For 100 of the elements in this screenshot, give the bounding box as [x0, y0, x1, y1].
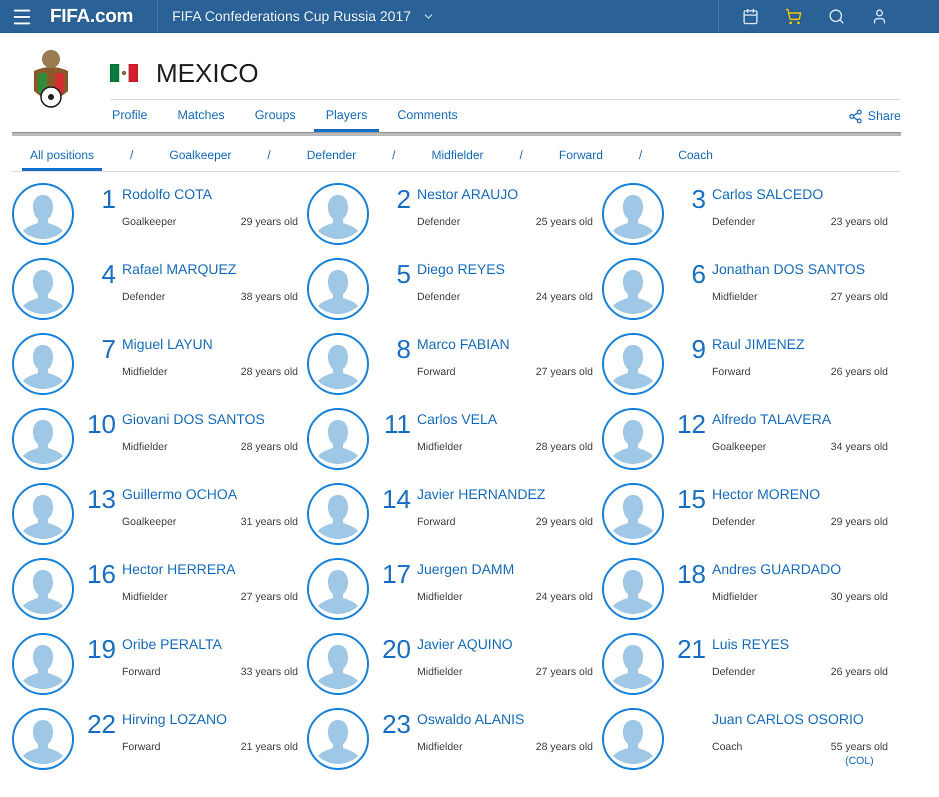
avatar-icon: [602, 333, 664, 395]
position-filter[interactable]: Forward: [550, 142, 611, 171]
avatar-icon: [307, 708, 369, 770]
separator: /: [266, 147, 272, 164]
separator: /: [129, 147, 134, 164]
player-age: 26 years old: [830, 366, 888, 378]
player-name[interactable]: Jonathan DOS SANTOS: [712, 261, 888, 277]
player-name[interactable]: Marco FABIAN: [417, 336, 593, 352]
player-name[interactable]: Miguel LAYUN: [122, 336, 298, 352]
player-position: Coach: [712, 741, 742, 755]
share-icon: [848, 108, 863, 124]
player-name[interactable]: Juergen DAMM: [417, 561, 593, 577]
shirt-number: 9: [690, 333, 706, 366]
shirt-number: 13: [86, 483, 116, 516]
player-age: 21 years old: [240, 741, 298, 753]
shirt-number: 18: [676, 558, 706, 591]
avatar-icon: [602, 183, 664, 245]
avatar-icon: [602, 633, 664, 695]
player-name[interactable]: Alfredo TALAVERA: [712, 411, 888, 427]
nav-tab[interactable]: Matches: [165, 100, 237, 132]
shirt-number: 21: [676, 633, 706, 666]
player-position: Goalkeeper: [122, 216, 176, 228]
avatar-icon: [307, 558, 369, 620]
player-name[interactable]: Giovani DOS SANTOS: [122, 411, 298, 427]
avatar-icon: [12, 258, 74, 320]
player-age: 27 years old: [536, 366, 593, 378]
nav-tab[interactable]: Groups: [242, 100, 308, 132]
avatar-icon: [307, 408, 369, 470]
shirt-number: 7: [100, 333, 116, 366]
shirt-number: 2: [396, 183, 411, 216]
shirt-number: 6: [690, 258, 706, 291]
avatar-icon: [12, 183, 74, 245]
player-position: Midfielder: [122, 366, 168, 378]
shirt-number: 22: [86, 708, 116, 741]
player-position: Midfielder: [122, 591, 168, 603]
player-age: 23 years old: [830, 216, 888, 228]
shirt-number: 23: [381, 708, 411, 741]
nav-tab[interactable]: Comments: [385, 100, 470, 132]
event-selector[interactable]: FIFA Confederations Cup Russia 2017: [157, 0, 412, 33]
shirt-number: 15: [676, 483, 706, 516]
player-name[interactable]: Andres GUARDADO: [712, 561, 888, 577]
player-position: Forward: [417, 366, 456, 378]
player-name[interactable]: Javier HERNANDEZ: [417, 486, 593, 502]
separator: /: [518, 147, 524, 164]
avatar-icon: [602, 483, 664, 545]
avatar-icon: [12, 333, 74, 395]
shirt-number: 12: [676, 408, 706, 441]
position-filter[interactable]: Defender: [298, 142, 364, 171]
player-name[interactable]: Carlos VELA: [417, 411, 593, 427]
player-position: Defender: [712, 516, 756, 528]
player-age: 31 years old: [240, 516, 298, 528]
player-name[interactable]: Oswaldo ALANIS: [417, 711, 593, 727]
player-age: 27 years old: [536, 666, 593, 678]
player-name[interactable]: Luis REYES: [712, 636, 888, 652]
player-name[interactable]: Javier AQUINO: [417, 636, 593, 652]
avatar-icon: [12, 708, 74, 770]
shirt-number: 11: [383, 408, 411, 441]
position-filter[interactable]: Coach: [670, 142, 721, 171]
brand-logo[interactable]: FIFA.com: [50, 6, 134, 28]
shirt-number: 10: [86, 408, 116, 441]
player-age: 27 years old: [830, 291, 888, 303]
position-filter[interactable]: Midfielder: [423, 142, 492, 171]
player-name[interactable]: Hector HERRERA: [122, 561, 298, 577]
player-position: Midfielder: [417, 441, 463, 453]
player-name[interactable]: Rafael MARQUEZ: [122, 261, 298, 277]
flag-icon: [110, 64, 138, 82]
player-position: Midfielder: [712, 591, 758, 603]
player-position: Midfielder: [417, 666, 463, 678]
player-position: Midfielder: [417, 741, 463, 753]
player-position: Midfielder: [712, 291, 758, 303]
player-name[interactable]: Rodolfo COTA: [122, 186, 298, 202]
shirt-number: 1: [100, 183, 116, 216]
position-filter[interactable]: All positions: [22, 142, 102, 171]
nationality: (COL): [845, 755, 874, 767]
avatar-icon: [307, 333, 369, 395]
nav-tab[interactable]: Profile: [110, 100, 160, 132]
player-age: 28 years old: [536, 441, 593, 453]
avatar-icon: [602, 408, 664, 470]
player-position: Defender: [417, 291, 460, 303]
player-name[interactable]: Nestor ARAUJO: [417, 186, 593, 202]
player-name[interactable]: Diego REYES: [417, 261, 593, 277]
player-name[interactable]: Carlos SALCEDO: [712, 186, 888, 202]
player-name[interactable]: Guillermo OCHOA: [122, 486, 298, 502]
player-name[interactable]: Raul JIMENEZ: [712, 336, 888, 352]
avatar-icon: [602, 708, 664, 770]
player-position: Forward: [122, 666, 161, 678]
player-name[interactable]: Hector MORENO: [712, 486, 888, 502]
player-position: Defender: [712, 216, 756, 228]
player-age: 28 years old: [536, 741, 593, 753]
player-position: Forward: [122, 741, 161, 753]
player-name[interactable]: Hirving LOZANO: [122, 711, 298, 727]
player-age: 29 years old: [240, 216, 298, 228]
position-filter[interactable]: Goalkeeper: [161, 142, 240, 171]
share-link[interactable]: Share: [848, 100, 901, 132]
player-name[interactable]: Juan CARLOS OSORIO: [712, 711, 888, 727]
player-age: 27 years old: [240, 591, 298, 603]
separator: /: [638, 147, 644, 164]
player-age: 25 years old: [536, 216, 593, 228]
player-age: 28 years old: [240, 366, 298, 378]
player-name[interactable]: Oribe PERALTA: [122, 636, 298, 652]
